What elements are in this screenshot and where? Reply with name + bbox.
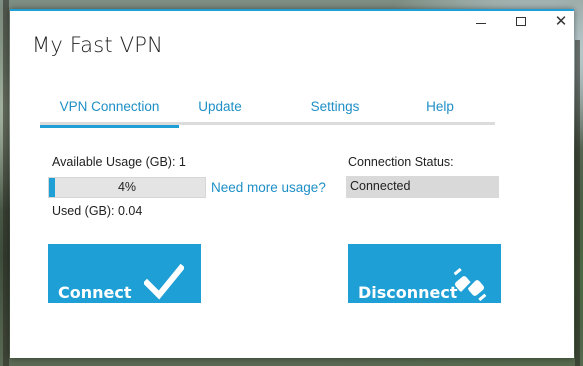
usage-progress-bar: 4% xyxy=(48,177,206,198)
minimize-icon[interactable] xyxy=(474,13,488,29)
connection-status-value: Connected xyxy=(346,176,499,198)
tree-trunk xyxy=(3,0,9,366)
window-controls: ✕ xyxy=(474,13,568,29)
disconnect-button-label: Disconnect xyxy=(358,283,458,302)
unplug-icon xyxy=(453,268,487,302)
connect-button-label: Connect xyxy=(58,283,132,302)
app-window: ✕ My Fast VPN VPN Connection Update Sett… xyxy=(10,9,574,358)
tab-settings[interactable]: Settings xyxy=(305,97,365,125)
used-usage-label: Used (GB): 0.04 xyxy=(52,204,143,218)
need-more-usage-link[interactable]: Need more usage? xyxy=(211,180,326,195)
maximize-icon[interactable] xyxy=(514,13,528,29)
connect-button[interactable]: Connect xyxy=(48,244,201,303)
tab-help[interactable]: Help xyxy=(420,97,460,125)
app-title: My Fast VPN xyxy=(32,33,164,57)
checkmark-icon xyxy=(144,264,184,300)
tab-update[interactable]: Update xyxy=(190,97,250,125)
usage-progress-text: 4% xyxy=(117,180,137,194)
connection-status-label: Connection Status: xyxy=(348,155,454,169)
tree-trunk xyxy=(575,40,580,366)
tab-bar: VPN Connection Update Settings Help xyxy=(40,97,495,128)
tab-vpn-connection[interactable]: VPN Connection xyxy=(40,97,179,128)
disconnect-button[interactable]: Disconnect xyxy=(348,244,501,303)
close-icon[interactable]: ✕ xyxy=(554,13,568,29)
available-usage-label: Available Usage (GB): 1 xyxy=(52,155,186,169)
